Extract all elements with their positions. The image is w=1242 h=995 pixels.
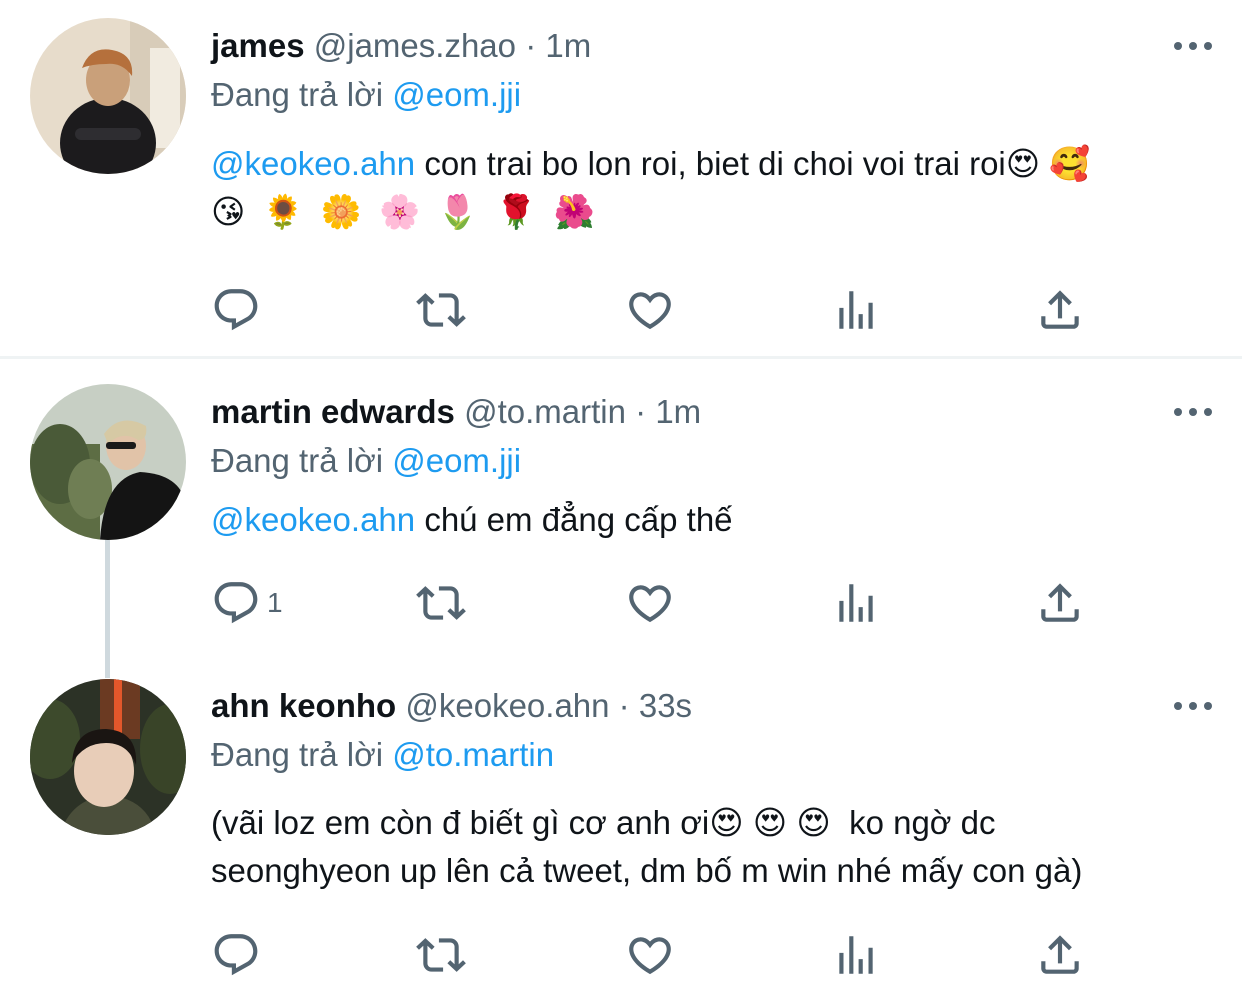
views-button[interactable] [831,285,881,335]
action-bar [211,930,1091,980]
author-name[interactable]: martin edwards [211,393,455,430]
text-mention[interactable]: @keokeo.ahn [211,501,415,538]
tweet-martin[interactable]: martin edwards @to.martin · 1m Đang trả … [0,360,1242,660]
reply-icon [211,285,261,335]
retweet-button[interactable] [416,930,466,980]
action-bar [211,285,1091,335]
text-line1: (vãi loz em còn đ biết gì cơ anh ơi [211,804,710,841]
separator-dot: · [618,687,630,724]
more-icon[interactable] [1174,41,1212,51]
timestamp[interactable]: 33s [639,687,692,724]
tweet-text: (vãi loz em còn đ biết gì cơ anh ơi😍 😍 😍… [211,799,1211,895]
reply-button[interactable] [211,285,261,335]
tweet-text: @keokeo.ahn con trai bo lon roi, biet di… [211,140,1211,236]
divider [0,356,1242,359]
share-icon [1035,930,1085,980]
replying-to: Đang trả lời @to.martin [211,735,554,775]
replying-prefix: Đang trả lời [211,442,384,479]
timestamp[interactable]: 1m [545,27,591,64]
replying-mention[interactable]: @to.martin [392,736,554,773]
views-icon [831,578,881,628]
share-button[interactable] [1035,578,1085,628]
views-icon [831,930,881,980]
tweet-ahn[interactable]: ahn keonho @keokeo.ahn · 33s Đang trả lờ… [0,655,1242,995]
author-handle[interactable]: @keokeo.ahn [405,687,609,724]
text-mention[interactable]: @keokeo.ahn [211,145,415,182]
views-button[interactable] [831,578,881,628]
emoji-group: 😍 🥰 [1005,145,1091,182]
reply-button[interactable] [211,930,261,980]
like-button[interactable] [625,930,675,980]
separator-dot: · [635,393,647,430]
author-name[interactable]: james [211,27,305,64]
replying-mention[interactable]: @eom.jji [392,76,521,113]
more-icon[interactable] [1174,407,1212,417]
timestamp[interactable]: 1m [655,393,701,430]
action-bar: 1 [211,578,1091,628]
retweet-icon [416,930,466,980]
emoji-group: 😍 😍 😍 [709,804,831,841]
author-name[interactable]: ahn keonho [211,687,396,724]
share-button[interactable] [1035,930,1085,980]
like-button[interactable] [625,285,675,335]
like-icon [625,930,675,980]
retweet-button[interactable] [416,285,466,335]
tweet-text: @keokeo.ahn chú em đẳng cấp thế [211,496,1211,544]
retweet-icon [416,285,466,335]
replying-mention[interactable]: @eom.jji [392,442,521,479]
emoji-row: 😘 🌻 🌼 🌸 🌷 🌹 🌺 [211,193,599,230]
tweet-james[interactable]: james @james.zhao · 1m Đang trả lời @eom… [0,0,1242,358]
reply-count: 1 [267,587,283,618]
views-button[interactable] [831,930,881,980]
replying-to: Đang trả lời @eom.jji [211,441,521,481]
like-icon [625,285,675,335]
avatar[interactable] [30,384,186,540]
avatar[interactable] [30,679,186,835]
author-handle[interactable]: @james.zhao [314,27,516,64]
text-line1-end: ko ngờ dc [849,804,996,841]
reply-button[interactable]: 1 [211,578,283,628]
replying-prefix: Đang trả lời [211,76,384,113]
share-button[interactable] [1035,285,1085,335]
text-line2: seonghyeon up lên cả tweet, dm bố m win … [211,852,1083,889]
share-icon [1035,285,1085,335]
like-icon [625,578,675,628]
share-icon [1035,578,1085,628]
more-icon[interactable] [1174,701,1212,711]
reply-icon [211,930,261,980]
reply-icon [211,578,261,628]
retweet-button[interactable] [416,578,466,628]
retweet-icon [416,578,466,628]
like-button[interactable] [625,578,675,628]
replying-to: Đang trả lời @eom.jji [211,75,521,115]
text-body: con trai bo lon roi, biet di choi voi tr… [424,145,1006,182]
views-icon [831,285,881,335]
replying-prefix: Đang trả lời [211,736,384,773]
avatar[interactable] [30,18,186,174]
separator-dot: · [525,27,537,64]
author-handle[interactable]: @to.martin [464,393,626,430]
text-body: chú em đẳng cấp thế [424,501,733,538]
